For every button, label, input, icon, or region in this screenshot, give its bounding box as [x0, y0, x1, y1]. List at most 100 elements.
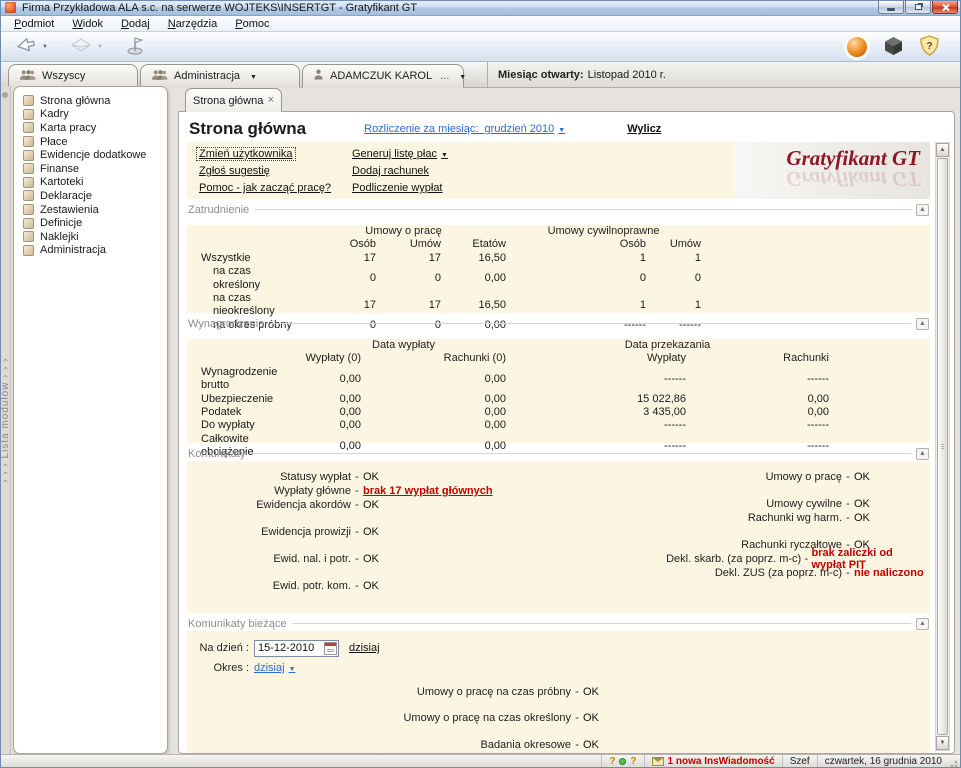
spacer — [187, 539, 562, 552]
select-arrow-button[interactable] — [10, 35, 53, 59]
collapse-section-button[interactable] — [916, 318, 929, 330]
menu-widok[interactable]: Widok — [63, 17, 112, 31]
status-value: OK — [363, 471, 379, 483]
inswiadomosc-message[interactable]: 1 nowa InsWiadomość — [668, 756, 775, 767]
sidebar-item-kartoteki[interactable]: Kartoteki — [19, 176, 164, 190]
cell-value: 0,00 — [686, 406, 829, 419]
context-tab-wszyscy[interactable]: Wszyscy — [8, 64, 138, 88]
minimize-button[interactable] — [878, 1, 904, 14]
menu-pomoc[interactable]: Pomoc — [226, 17, 278, 31]
dropdown-arrow-icon — [455, 70, 466, 82]
collapse-section-button[interactable] — [916, 448, 929, 460]
message-cell[interactable]: 1 nowa InsWiadomość — [644, 755, 782, 768]
modules-strip[interactable]: Lista modułów — [0, 86, 11, 754]
context-tab-adamczuk-karol[interactable]: ADAMCZUK KAROL... — [302, 64, 464, 88]
sidebar-item-strona-glowna[interactable]: Strona główna — [19, 94, 164, 108]
toolbar: ? — [0, 32, 961, 62]
calculate-link[interactable]: Wylicz — [627, 123, 661, 135]
administracja-icon — [23, 245, 34, 256]
sidebar-item-place[interactable]: Płace — [19, 135, 164, 149]
people-icon — [19, 69, 36, 84]
document-tab-strona-glowna[interactable]: Strona główna × — [185, 88, 282, 112]
dash-separator — [842, 567, 854, 579]
sidebar-item-naklejki[interactable]: Naklejki — [19, 230, 164, 244]
group-header-row: Umowy o pracęUmowy cywilnoprawne — [201, 225, 701, 238]
vertical-scrollbar[interactable]: ▲ ▼ — [935, 142, 950, 751]
status-value: OK — [854, 512, 870, 524]
today-link[interactable]: dzisiaj — [349, 642, 380, 654]
status-label: Dekl. ZUS (za poprz. m-c) — [562, 567, 842, 579]
menubar: PodmiotWidokDodajNarzędziaPomoc — [0, 16, 961, 32]
sidebar-item-definicje[interactable]: Definicje — [19, 216, 164, 230]
svg-text:?: ? — [926, 41, 932, 52]
menu-podmiot[interactable]: Podmiot — [5, 17, 63, 31]
section-title: Komunikaty bieżące — [188, 618, 286, 630]
row-label: na czas nieokreślony — [201, 292, 301, 319]
dash-separator — [842, 498, 854, 510]
ellipsis: ... — [440, 70, 449, 82]
section-divider — [251, 453, 911, 454]
restore-button[interactable] — [905, 1, 931, 14]
sidebar-item-kadry[interactable]: Kadry — [19, 108, 164, 122]
calendar-icon[interactable] — [324, 642, 337, 655]
date-input[interactable] — [258, 642, 324, 654]
collapse-section-button[interactable] — [916, 204, 929, 216]
quick-link-zmien-uzytkownika[interactable]: Zmień użytkownika — [197, 148, 295, 160]
sidebar-item-label: Ewidencje dodatkowe — [40, 149, 146, 161]
menu-narzedzia[interactable]: Narzędzia — [159, 17, 227, 31]
flag-button[interactable] — [120, 35, 150, 59]
quick-link-pomoc-jak-zaczac-prace[interactable]: Pomoc - jak zacząć pracę? — [197, 182, 333, 194]
sidebar-item-label: Kadry — [40, 108, 69, 120]
sidebar-item-label: Strona główna — [40, 95, 110, 107]
modules-strip-label: Lista modułów — [0, 357, 11, 483]
insert-sphere-icon[interactable] — [847, 37, 867, 57]
menu-dodaj[interactable]: Dodaj — [112, 17, 159, 31]
column-header: Umów — [646, 238, 701, 251]
ewidencje-dodatkowe-icon — [23, 150, 34, 161]
sidebar-item-finanse[interactable]: Finanse — [19, 162, 164, 176]
scroll-body: Zmień użytkownika Zgłoś sugestię Pomoc - j… — [187, 142, 930, 751]
spacer — [187, 566, 562, 579]
page-title: Strona główna — [189, 119, 306, 139]
close-button[interactable] — [932, 1, 958, 14]
cell-value: 17 — [301, 252, 376, 265]
send-message-button[interactable] — [65, 35, 108, 59]
sidebar-item-zestawienia[interactable]: Zestawienia — [19, 203, 164, 217]
collapse-section-button[interactable] — [916, 618, 929, 630]
cube-icon[interactable] — [883, 35, 904, 59]
quick-link-dodaj-rachunek[interactable]: Dodaj rachunek — [350, 165, 431, 177]
tab-close-icon[interactable]: × — [268, 96, 274, 105]
row-label: Wszystkie — [201, 252, 301, 265]
help-shield-icon[interactable]: ? — [920, 35, 939, 59]
status-value[interactable]: brak 17 wypłat głównych — [363, 485, 493, 497]
help-icon[interactable]: ? — [609, 756, 615, 767]
status-row: Statusy wypłatOK — [187, 470, 562, 484]
sidebar-item-karta-pracy[interactable]: Karta pracy — [19, 121, 164, 135]
cell-value: 0,00 — [301, 419, 361, 432]
help-icon[interactable]: ? — [630, 756, 636, 767]
app-icon — [5, 2, 16, 13]
sidebar-item-ewidencje-dodatkowe[interactable]: Ewidencje dodatkowe — [19, 148, 164, 162]
status-row: Ewid. potr. kom.OK — [187, 579, 562, 593]
quick-link-podliczenie-wyplat[interactable]: Podliczenie wypłat — [350, 182, 445, 194]
scrollbar-thumb[interactable] — [937, 158, 948, 735]
scroll-down-icon[interactable]: ▼ — [936, 736, 949, 750]
status-row: Badania okresoweOK — [187, 738, 930, 752]
group-header: Data przekazania — [506, 339, 829, 352]
scroll-up-icon[interactable]: ▲ — [936, 143, 949, 157]
quick-link-generuj-liste-plac[interactable]: Generuj listę płac — [350, 148, 450, 160]
context-bar: Miesiąc otwarty: Listopad 2010 r. Wszysc… — [0, 62, 961, 88]
table-row: Do wypłaty0,000,00------------ — [201, 419, 829, 432]
quick-link-zglos-sugestie[interactable]: Zgłoś sugestię — [197, 165, 272, 177]
sidebar-item-deklaracje[interactable]: Deklaracje — [19, 189, 164, 203]
period-dropdown-link[interactable]: dzisiaj — [254, 662, 296, 674]
status-row: Ewid. nal. i potr.OK — [187, 552, 562, 566]
context-tab-administracja[interactable]: Administracja — [140, 64, 300, 88]
sidebar-item-administracja[interactable]: Administracja — [19, 244, 164, 258]
status-bar: ? ? 1 nowa InsWiadomość Szef czwartek, 1… — [0, 754, 961, 768]
sidebar-item-label: Naklejki — [40, 231, 79, 243]
pin-icon[interactable] — [2, 92, 8, 98]
column-header: Wypłaty (0) — [301, 352, 361, 365]
resize-grip[interactable] — [949, 755, 961, 768]
period-select-link[interactable]: Rozliczenie za miesiąc: grudzień 2010 — [364, 123, 565, 135]
